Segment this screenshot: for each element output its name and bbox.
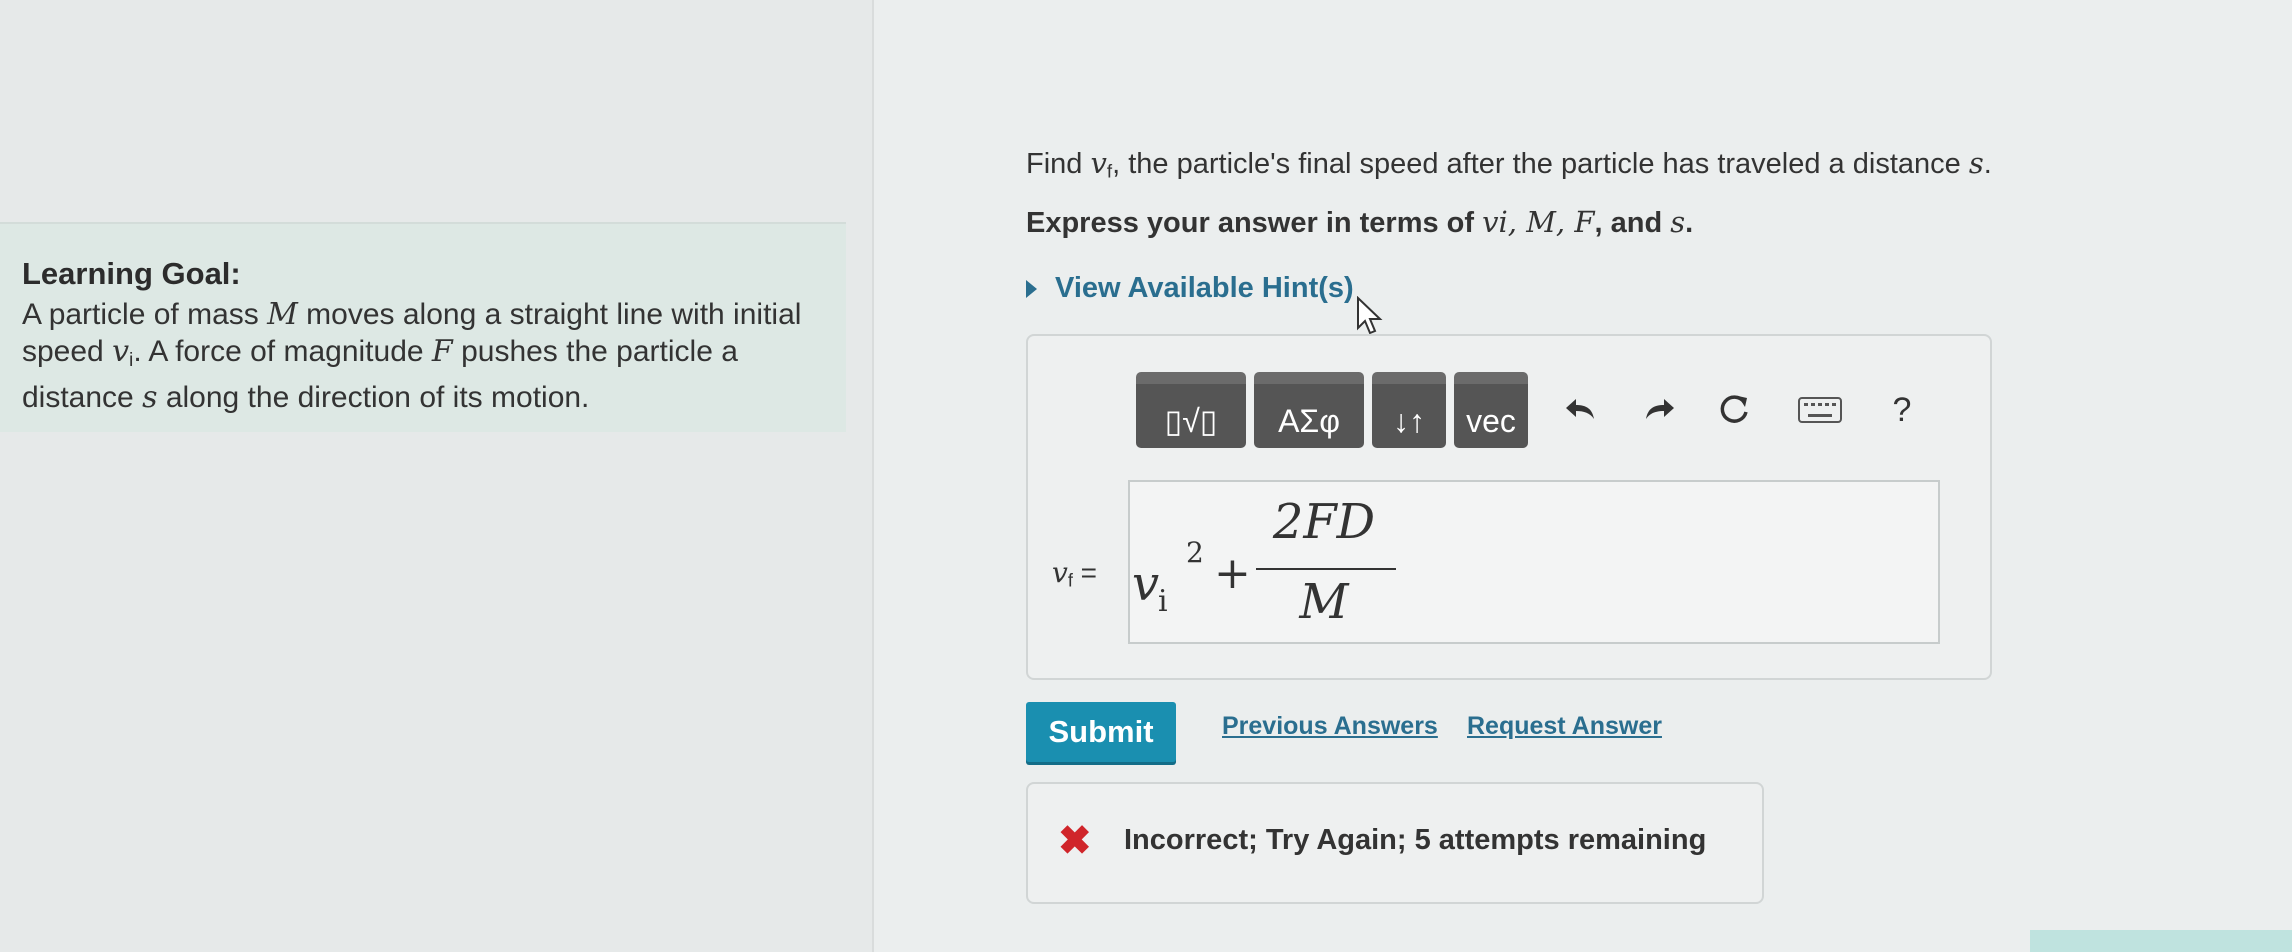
- feedback-panel: ✖ Incorrect; Try Again; 5 attempts remai…: [1026, 782, 1764, 904]
- expr-plus: +: [1214, 548, 1251, 599]
- expr-v-sup: 2: [1186, 536, 1204, 569]
- prompt-text: .: [1983, 148, 1992, 180]
- expr-v: v: [1132, 556, 1160, 612]
- redo-arrow-glyph: [1646, 399, 1674, 419]
- redo-icon[interactable]: [1628, 380, 1688, 440]
- greek-label: ΑΣφ: [1278, 402, 1340, 439]
- reset-circle-glyph: [1720, 395, 1748, 423]
- answer-label-eq: =: [1072, 557, 1098, 588]
- expr-numerator: 2FD: [1272, 494, 1376, 550]
- help-label: ?: [1892, 390, 1912, 429]
- learning-goal-heading: Learning Goal:: [22, 256, 241, 291]
- math-toolbar: ▯√▯ ΑΣφ ↓↑ vec ?: [1136, 372, 1932, 448]
- mouse-cursor-icon: [1357, 296, 1383, 335]
- express-var-s: s: [1670, 205, 1686, 239]
- answer-expression: v i 2 + 2FD M: [1132, 490, 1472, 640]
- arrows-button[interactable]: ↓↑: [1372, 372, 1446, 448]
- vector-button[interactable]: vec: [1454, 372, 1528, 448]
- express-text: .: [1685, 207, 1694, 239]
- goal-var-v: v: [112, 334, 130, 369]
- vec-label: vec: [1466, 402, 1516, 439]
- express-vars: vi, M, F: [1482, 205, 1595, 239]
- templates-label: ▯√▯: [1164, 403, 1218, 439]
- learning-goal-panel: Learning Goal: A particle of mass M move…: [0, 222, 846, 432]
- greek-symbols-button[interactable]: ΑΣφ: [1254, 372, 1364, 448]
- goal-var-F: F: [431, 334, 453, 369]
- fraction-bar: [1256, 568, 1396, 570]
- error-x-icon: ✖: [1058, 819, 1092, 863]
- undo-icon[interactable]: [1552, 380, 1612, 440]
- goal-text-part: along the direction of its motion.: [157, 380, 590, 414]
- page: Learning Goal: A particle of mass M move…: [0, 0, 2292, 952]
- prompt-text: Find: [1026, 148, 1091, 180]
- answer-label-var: v: [1052, 556, 1068, 589]
- help-button[interactable]: ?: [1872, 380, 1932, 440]
- goal-var-M: M: [267, 297, 298, 332]
- triangle-right-icon: [1026, 279, 1037, 298]
- view-hints-link[interactable]: View Available Hint(s): [1026, 272, 1354, 305]
- request-answer-link[interactable]: Request Answer: [1467, 712, 1662, 741]
- express-text: Express your answer in terms of: [1026, 207, 1483, 239]
- expr-v-sub: i: [1158, 584, 1168, 619]
- goal-text-part: . A force of magnitude: [133, 335, 432, 368]
- goal-var-s: s: [142, 379, 158, 415]
- prompt-var-v: v: [1090, 146, 1107, 180]
- goal-text-part: A particle of mass: [22, 298, 268, 331]
- submit-button[interactable]: Submit: [1026, 702, 1176, 762]
- undo-arrow-glyph: [1566, 399, 1594, 419]
- learning-goal-text: A particle of mass M moves along a strai…: [22, 296, 822, 416]
- footer-strip: [2030, 930, 2292, 952]
- express-text: , and: [1594, 207, 1671, 239]
- expr-denominator: M: [1299, 574, 1349, 630]
- express-instruction: Express your answer in terms of vi, M, F…: [1026, 205, 1693, 240]
- reset-icon[interactable]: [1704, 380, 1764, 440]
- keyboard-icon[interactable]: [1790, 380, 1850, 440]
- arrows-label: ↓↑: [1393, 402, 1425, 439]
- left-column: Learning Goal: A particle of mass M move…: [0, 0, 872, 952]
- feedback-message: Incorrect; Try Again; 5 attempts remaini…: [1124, 824, 1707, 856]
- prompt-var-s: s: [1968, 146, 1984, 180]
- keyboard-glyph: [1798, 397, 1842, 423]
- templates-button[interactable]: ▯√▯: [1136, 372, 1246, 448]
- prompt-text: , the particle's final speed after the p…: [1112, 148, 1969, 180]
- question-prompt: Find vf, the particle's final speed afte…: [1026, 146, 1992, 183]
- view-hints-label: View Available Hint(s): [1055, 272, 1354, 304]
- answer-label: vf =: [1052, 556, 1097, 592]
- previous-answers-link[interactable]: Previous Answers: [1222, 712, 1438, 741]
